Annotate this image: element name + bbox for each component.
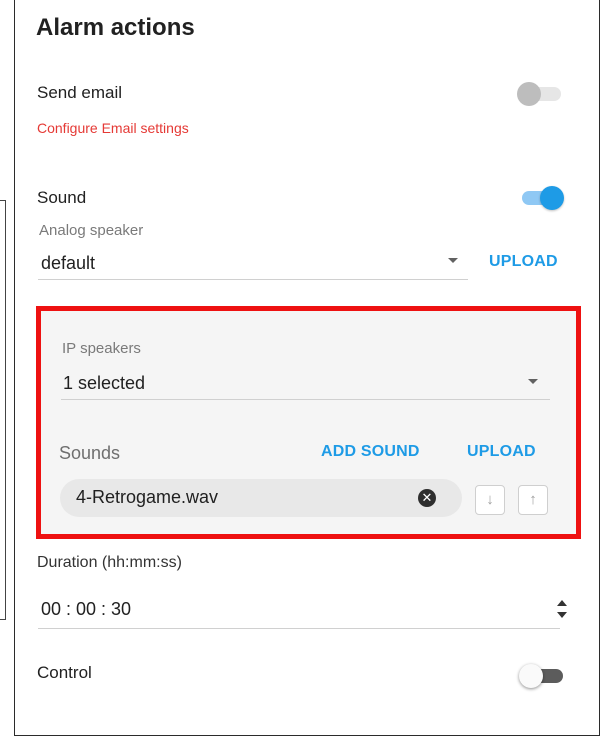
send-email-toggle[interactable] [517,80,563,106]
analog-speaker-select[interactable]: Analog speaker default [38,218,468,280]
toggle-knob [540,186,564,210]
ip-speakers-select[interactable]: IP speakers 1 selected [61,336,550,402]
duration-input[interactable]: 00 : 00 : 30 [38,588,560,630]
move-up-button[interactable]: ↑ [518,485,548,515]
sound-toggle[interactable] [518,184,564,210]
control-label: Control [37,663,92,682]
close-icon[interactable]: ✕ [418,489,436,507]
duration-label: Duration (hh:mm:ss) [37,554,182,571]
ip-speakers-label: IP speakers [62,340,141,357]
sound-chip-label: 4-Retrogame.wav [76,487,219,507]
control-toggle[interactable] [519,662,565,688]
move-down-button[interactable]: ↓ [475,485,505,515]
ip-speakers-value: 1 selected [63,373,146,393]
duration-stepper[interactable] [556,598,568,620]
analog-speaker-label: Analog speaker [39,222,144,239]
chevron-down-icon [448,258,458,263]
arrow-up-icon: ↑ [529,491,537,508]
select-underline [38,279,468,280]
chevron-down-icon [528,379,538,384]
page-title: Alarm actions [36,14,195,41]
arrow-down-icon: ↓ [486,491,494,508]
configure-email-link[interactable]: Configure Email settings [37,120,189,136]
ip-speakers-upload-button[interactable]: UPLOAD [467,443,536,461]
analog-speaker-value: default [41,253,96,273]
sound-chip[interactable]: 4-Retrogame.wav ✕ [60,479,462,517]
toggle-knob [519,664,543,688]
duration-value: 00 : 00 : 30 [41,599,132,619]
select-underline [61,399,550,400]
sounds-label: Sounds [59,443,121,463]
sound-label: Sound [37,188,87,207]
toggle-knob [517,82,541,106]
stepper-down-icon[interactable] [557,612,567,618]
background-window-edge [0,200,6,620]
send-email-label: Send email [37,83,123,102]
stepper-up-icon[interactable] [557,600,567,606]
input-underline [38,628,560,629]
add-sound-button[interactable]: ADD SOUND [321,443,420,461]
sound-upload-button[interactable]: UPLOAD [489,253,558,271]
